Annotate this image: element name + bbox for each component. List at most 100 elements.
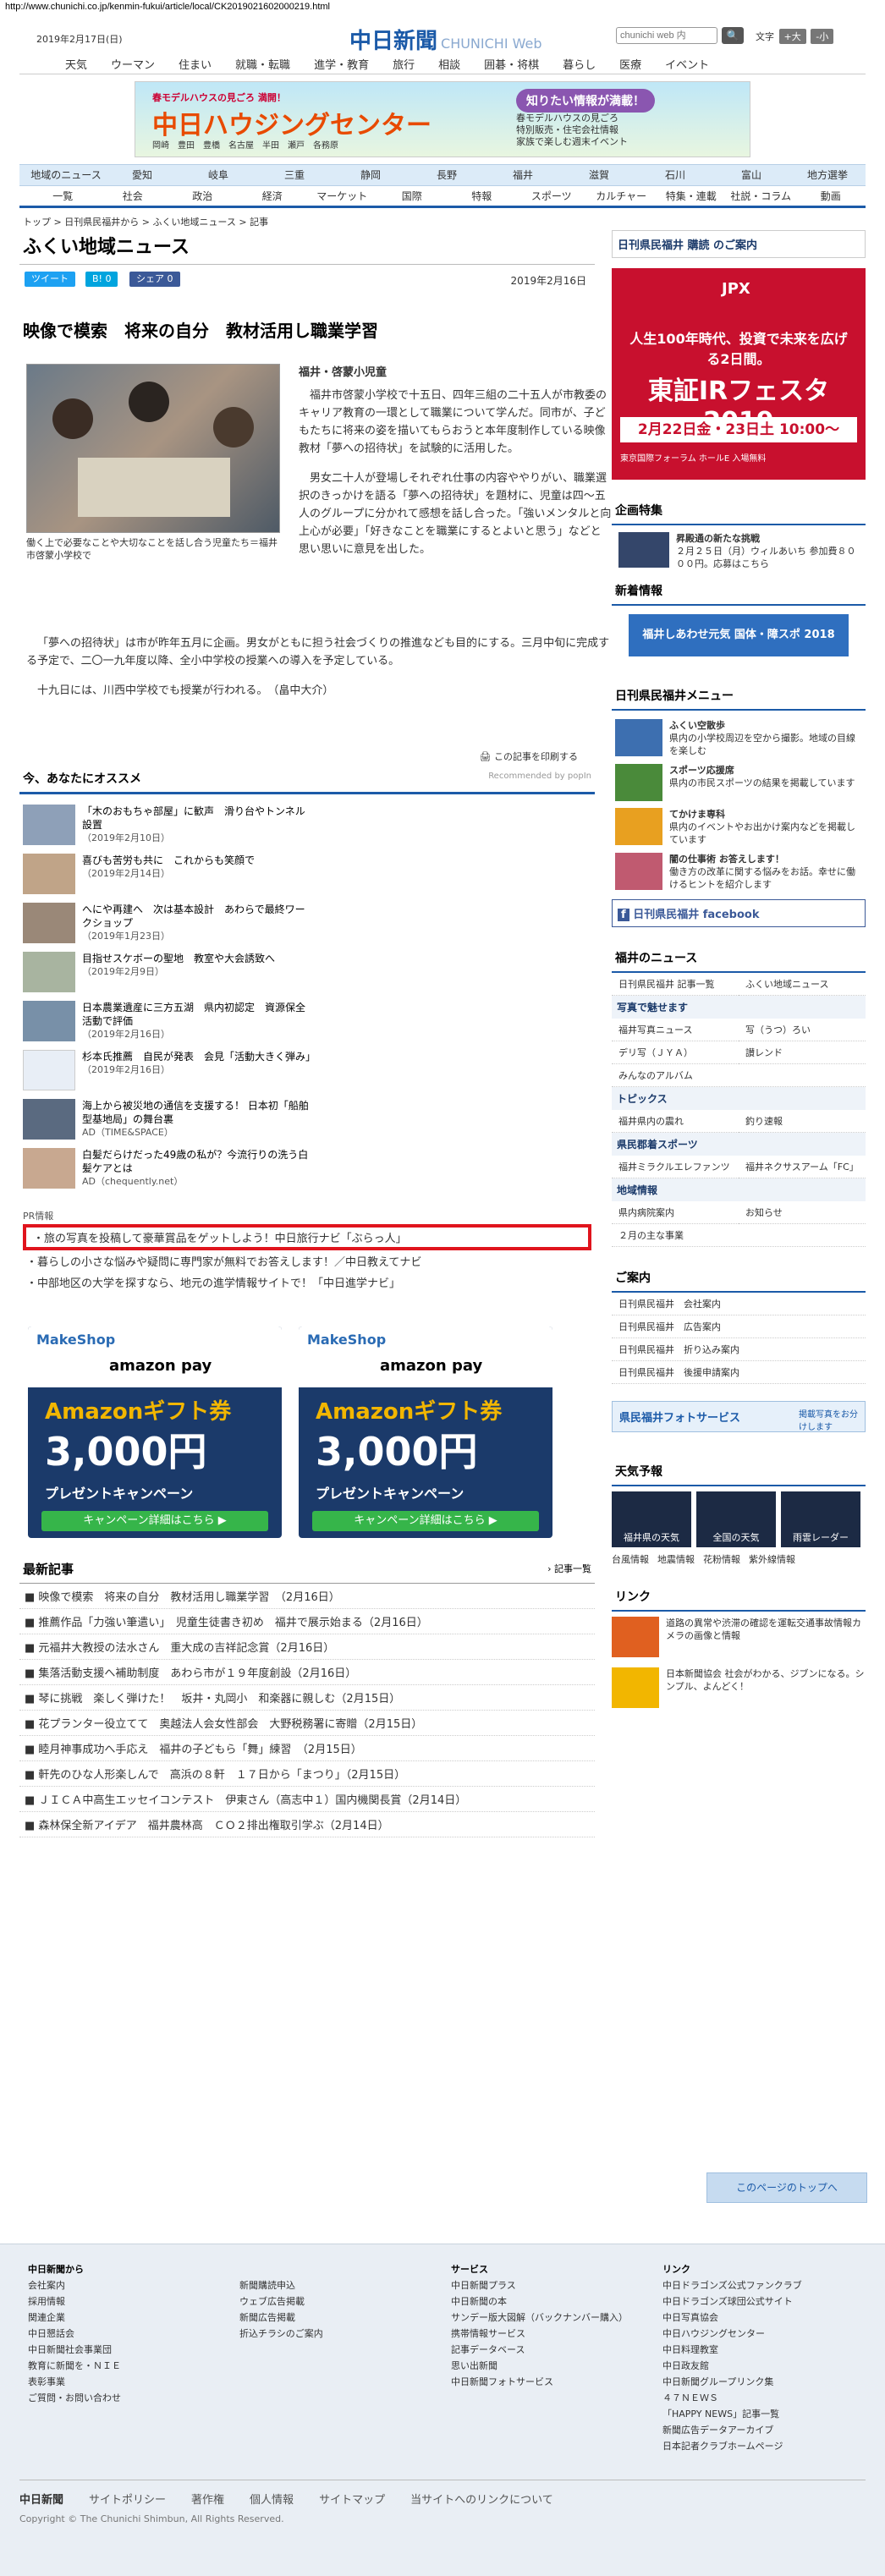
footer-link[interactable]: サイトマップ	[319, 2491, 385, 2507]
footer-link[interactable]: 中日懇話会	[28, 2326, 231, 2342]
cat-nav-item[interactable]: カルチャー	[586, 186, 657, 206]
footer-link[interactable]: 中日ドラゴンズ公式ファンクラブ	[662, 2277, 866, 2293]
link-item[interactable]: 道路の異常や渋滞の確認を運転交通事故情報カメラの画像と情報	[612, 1612, 866, 1662]
side-link[interactable]: ２月の主な事業	[612, 1224, 866, 1247]
footer-link[interactable]: 中日新聞グループリンク集	[662, 2374, 866, 2390]
footer-link[interactable]: 中日ドラゴンズ球団公式サイト	[662, 2293, 866, 2310]
side-link[interactable]: 福井ネクサスアーム「FC」	[739, 1156, 866, 1178]
footer-link[interactable]: 中日新聞フォトサービス	[451, 2374, 654, 2390]
font-minus-button[interactable]: -小	[811, 29, 834, 44]
recommend-item[interactable]: 杉本氏推薦 自民が発表 会見「活動大きく弾み」 （2019年2月16日）	[19, 1046, 316, 1096]
cat-nav-item[interactable]: 特集・連載	[657, 186, 727, 206]
side-link[interactable]: 讃レンド	[739, 1041, 866, 1064]
cat-nav-item[interactable]: 政治	[168, 186, 238, 206]
area-nav-item[interactable]: 岐阜	[180, 165, 256, 185]
footer-link[interactable]: 折込チラシのご案内	[239, 2326, 442, 2342]
search-icon[interactable]: 🔍	[722, 27, 744, 44]
side-link[interactable]: みんなのアルバム	[612, 1064, 866, 1087]
footer-link[interactable]: 中日政友館	[662, 2358, 866, 2374]
breadcrumb[interactable]: トップ > 日刊県民福井から > ふくい地域ニュース > 記事	[19, 208, 866, 230]
gnav-item[interactable]: ウーマン	[99, 51, 167, 74]
search-input[interactable]	[616, 27, 717, 44]
cat-nav-item[interactable]: 特報	[447, 186, 517, 206]
recommend-item[interactable]: 「木のおもちゃ部屋」に歓声 滑り台やトンネル設置 （2019年2月10日）	[19, 801, 316, 850]
pr-link[interactable]: ・旅の写真を投稿して豪華賞品をゲットしよう！中日旅行ナビ「ぶらっ人」	[23, 1224, 591, 1250]
pr-link[interactable]: ・中部地区の大学を探すなら、地元の進学情報サイトで！「中日進学ナビ」	[19, 1272, 595, 1293]
side-link[interactable]: ふくい地域ニュース	[739, 973, 866, 996]
area-nav-item[interactable]: 静岡	[333, 165, 409, 185]
side-link[interactable]: 日刊県民福井 後援申請案内	[612, 1361, 866, 1384]
latest-item[interactable]: ■ 軒先のひな人形楽しんで 高浜の８軒 １７日から「まつり」（2月15日）	[19, 1761, 595, 1787]
footer-link[interactable]: 携帯情報サービス	[451, 2326, 654, 2342]
footer-link[interactable]: 個人情報	[250, 2491, 294, 2507]
side-link[interactable]: 写（うつ）ろい	[739, 1019, 866, 1041]
footer-link[interactable]: 中日料理教室	[662, 2342, 866, 2358]
cat-nav-item[interactable]: 一覧	[28, 186, 98, 206]
footer-link[interactable]: 採用情報	[28, 2293, 231, 2310]
side-link[interactable]: 日刊県民福井 会社案内	[612, 1293, 866, 1315]
area-nav-item[interactable]: 富山	[713, 165, 789, 185]
recommend-item[interactable]: へにや再建へ 次は基本設計 あわらで最終ワークショップ （2019年1月23日）	[19, 899, 316, 948]
footer-link[interactable]: ウェブ広告掲載	[239, 2293, 442, 2310]
side-link[interactable]: 釣り速報	[739, 1110, 866, 1133]
footer-link[interactable]: サンデー版大図解（バックナンバー購入）	[451, 2310, 654, 2326]
footer-link[interactable]: サイトポリシー	[89, 2491, 166, 2507]
footer-link[interactable]: 中日写真協会	[662, 2310, 866, 2326]
latest-item[interactable]: ■ 集落活動支援へ補助制度 あわら市が１９年度創設（2月16日）	[19, 1660, 595, 1685]
footer-link[interactable]: 新聞広告データアーカイブ	[662, 2422, 866, 2438]
cat-nav-item[interactable]: スポーツ	[517, 186, 587, 206]
cat-nav-item[interactable]: 動画	[796, 186, 866, 206]
cat-nav-item[interactable]: マーケット	[307, 186, 377, 206]
latest-item[interactable]: ■ 琴に挑戦 楽しく弾けた！ 坂井・丸岡小 和楽器に親しむ（2月15日）	[19, 1685, 595, 1711]
area-nav-item[interactable]: 石川	[637, 165, 713, 185]
footer-link[interactable]: 思い出新聞	[451, 2358, 654, 2374]
footer-link[interactable]: 記事データベース	[451, 2342, 654, 2358]
latest-item[interactable]: ■ 森林保全新アイデア 福井農林高 ＣＯ２排出権取引学ぶ（2月14日）	[19, 1812, 595, 1837]
link-item[interactable]: 日本新聞協会 社会がわかる、ジブンになる。シンプル、よんどく！	[612, 1662, 866, 1713]
side-link[interactable]: 日刊県民福井 広告案内	[612, 1315, 866, 1338]
gnav-item[interactable]: イベント	[653, 51, 721, 74]
recommend-item[interactable]: 白髪だらけだった49歳の私が？今流行りの洗う白髪ケアとは AD（chequentl…	[19, 1145, 316, 1194]
footer-link[interactable]: 著作権	[191, 2491, 224, 2507]
latest-item[interactable]: ■ 花プランター役立てて 奥越法人会女性部会 大野税務署に寄贈（2月15日）	[19, 1711, 595, 1736]
latest-item[interactable]: ■ 推薦作品「力強い筆遣い」 児童生徒書き初め 福井で展示始まる（2月16日）	[19, 1609, 595, 1634]
kikaku-item[interactable]: 昇殿通の新たな挑戦 ２月２５日（月）ウィルあいち 参加費８０００円。応募はこちら	[612, 525, 866, 577]
side-link[interactable]: デリ写（ＪＹＡ）	[612, 1041, 739, 1064]
menu-item[interactable]: てかけま専科 県内のイベントやお出かけ案内などを掲載しています	[612, 805, 866, 849]
side-link[interactable]: 地震情報	[657, 1552, 695, 1566]
article-list-link[interactable]: › 記事一覧	[547, 1562, 591, 1575]
subscribe-link[interactable]: 日刊県民福井 購読 のご案内	[612, 230, 866, 258]
area-nav-item[interactable]: 滋賀	[561, 165, 637, 185]
side-link[interactable]: 県内病院案内	[612, 1201, 739, 1224]
side-link[interactable]: お知らせ	[739, 1201, 866, 1224]
facebook-link[interactable]: f 日刊県民福井 facebook	[612, 899, 866, 927]
recommend-item[interactable]: 喜びも苦労も共に これからも笑顔で （2019年2月14日）	[19, 850, 316, 899]
footer-link[interactable]: 教育に新聞を・ＮＩＥ	[28, 2358, 231, 2374]
footer-link[interactable]: 新聞広告掲載	[239, 2310, 442, 2326]
footer-link[interactable]: 関連企業	[28, 2310, 231, 2326]
gnav-item[interactable]: 医療	[607, 51, 653, 74]
side-link[interactable]: 日刊県民福井 折り込み案内	[612, 1338, 866, 1361]
side-link[interactable]: 福井県内の震れ	[612, 1110, 739, 1133]
side-link[interactable]: 福井写真ニュース	[612, 1019, 739, 1041]
font-plus-button[interactable]: +大	[778, 29, 806, 44]
ad-cta-button[interactable]: キャンペーン詳細はこちら ▶	[312, 1511, 539, 1531]
pr-link[interactable]: ・暮らしの小さな悩みや疑問に専門家が無料でお答えします！／中日教えてナビ	[19, 1250, 595, 1272]
area-nav-item[interactable]: 福井	[485, 165, 561, 185]
cat-nav-item[interactable]: 国際	[377, 186, 448, 206]
side-link[interactable]: 福井ミラクルエレファンツ	[612, 1156, 739, 1178]
back-to-top-link[interactable]: このページのトップへ	[706, 2172, 867, 2203]
gnav-item[interactable]: 天気	[53, 51, 99, 74]
footer-link[interactable]: ご質問・お問い合わせ	[28, 2390, 231, 2406]
hatena-button[interactable]: B! 0	[85, 272, 118, 287]
weather-tile[interactable]: 全国の天気	[696, 1491, 776, 1547]
latest-item[interactable]: ■ 映像で模索 将来の自分 教材活用し職業学習 （2月16日）	[19, 1584, 595, 1609]
gnav-item[interactable]: 暮らし	[551, 51, 607, 74]
cat-nav-item[interactable]: 社説・コラム	[726, 186, 796, 206]
amazon-pay-ad[interactable]: MakeShop amazon pay Amazonギフト券 3,000円 プレゼ…	[28, 1326, 282, 1538]
footer-link[interactable]: 会社案内	[28, 2277, 231, 2293]
ad-cta-button[interactable]: キャンペーン詳細はこちら ▶	[41, 1511, 268, 1531]
weather-tile[interactable]: 雨雲レーダー	[781, 1491, 860, 1547]
facebook-share-button[interactable]: シェア 0	[129, 272, 180, 287]
gnav-item[interactable]: 就職・転職	[223, 51, 302, 74]
